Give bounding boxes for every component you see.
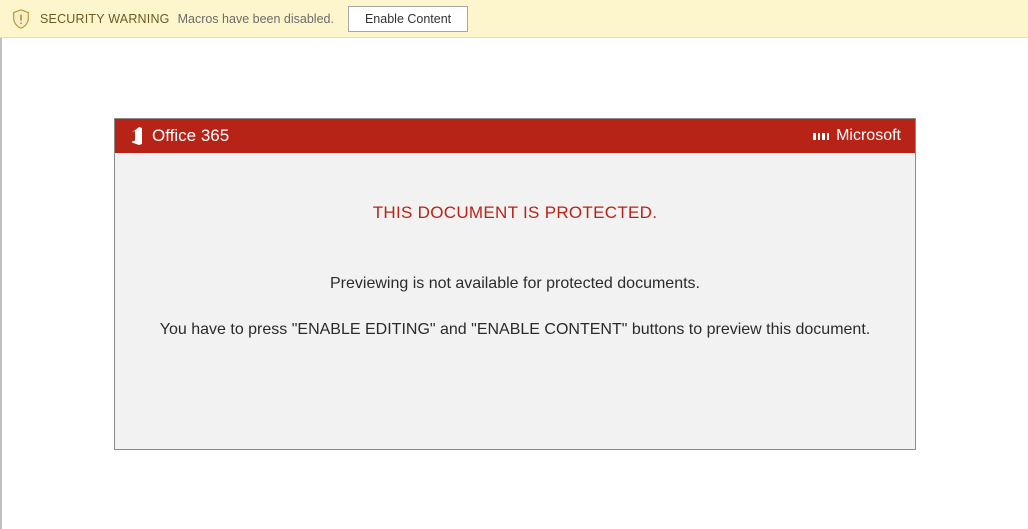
shield-warning-icon bbox=[10, 8, 32, 30]
microsoft-logo-icon bbox=[813, 128, 829, 144]
office-logo-icon bbox=[129, 126, 145, 146]
security-warning-label: SECURITY WARNING bbox=[40, 12, 170, 26]
office365-brand: Office 365 bbox=[129, 126, 229, 146]
body-text-line-1: Previewing is not available for protecte… bbox=[139, 275, 891, 293]
body-text-line-2: You have to press "ENABLE EDITING" and "… bbox=[139, 321, 891, 339]
enable-content-button[interactable]: Enable Content bbox=[348, 6, 468, 32]
document-page: Office 365 Microsoft THIS DOCUMENT IS PR… bbox=[0, 38, 1028, 529]
microsoft-brand: Microsoft bbox=[813, 127, 901, 145]
protected-document-card: Office 365 Microsoft THIS DOCUMENT IS PR… bbox=[114, 118, 916, 450]
card-header: Office 365 Microsoft bbox=[115, 119, 915, 153]
microsoft-brand-text: Microsoft bbox=[836, 127, 901, 145]
security-warning-bar: SECURITY WARNING Macros have been disabl… bbox=[0, 0, 1028, 38]
security-warning-message: Macros have been disabled. bbox=[178, 12, 334, 26]
protected-heading: THIS DOCUMENT IS PROTECTED. bbox=[139, 203, 891, 223]
office365-brand-text: Office 365 bbox=[152, 126, 229, 146]
card-body: THIS DOCUMENT IS PROTECTED. Previewing i… bbox=[115, 153, 915, 449]
